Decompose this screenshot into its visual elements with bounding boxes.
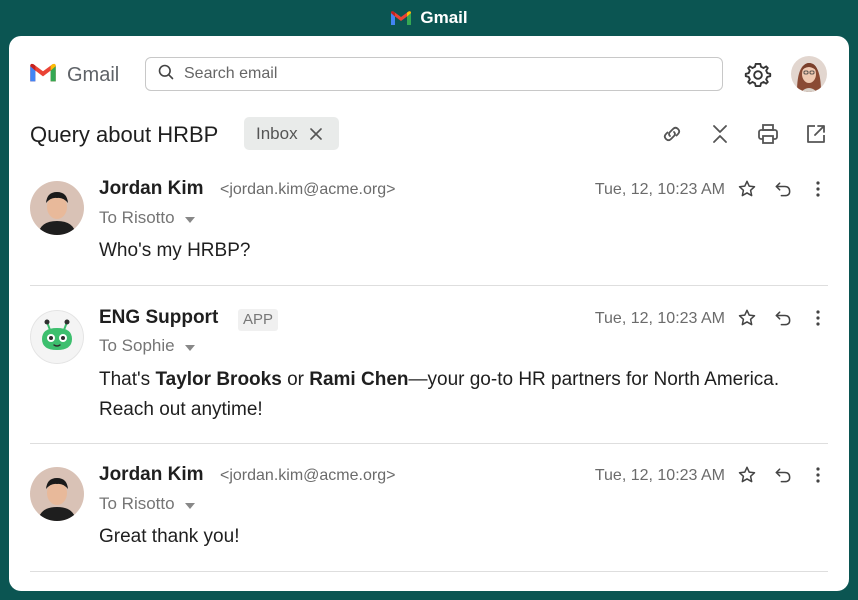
recipient-dropdown[interactable]: To Risotto [99,208,195,228]
label-chip-text: Inbox [256,123,298,143]
gear-icon[interactable] [744,61,772,94]
close-icon[interactable] [309,127,322,140]
print-icon[interactable] [756,122,780,151]
message-time: Tue, 12, 10:23 AM [594,467,725,484]
reply-icon[interactable] [773,465,793,490]
message-time: Tue, 12, 10:23 AM [594,310,725,327]
thread-subject: Query about HRBP [30,122,219,147]
label-chip-inbox[interactable]: Inbox [244,117,339,150]
recipient-label: To Sophie [99,336,175,355]
avatar [30,467,84,521]
app-badge: APP [238,309,279,331]
chevron-down-icon [184,336,195,356]
recipient-dropdown[interactable]: To Risotto [99,494,195,514]
person-name: Taylor Brooks [155,369,282,390]
top-bar: Gmail [9,36,849,116]
divider [30,285,828,286]
more-vertical-icon[interactable] [810,179,826,204]
chevron-down-icon [184,494,195,514]
recipient-dropdown[interactable]: To Sophie [99,336,195,356]
bot-avatar [30,310,84,364]
message-item[interactable]: Jordan Kim <jordan.kim@acme.org> Tue, 12… [9,176,849,286]
link-icon[interactable] [660,122,684,151]
person-name: Rami Chen [309,369,409,390]
search-icon [158,64,174,85]
message-body: That's Taylor Brooks or Rami Chen—your g… [99,365,799,425]
open-external-icon[interactable] [804,122,828,151]
more-vertical-icon[interactable] [810,465,826,490]
message-time: Tue, 12, 10:23 AM [594,181,725,198]
gmail-logo-icon [29,62,57,88]
star-icon[interactable] [737,465,757,490]
message-body: Who's my HRBP? [99,240,251,261]
mail-window: Gmail Search email Query about HRBP Inbo… [9,36,849,591]
star-icon[interactable] [737,179,757,204]
message-item[interactable]: Jordan Kim <jordan.kim@acme.org> Tue, 12… [9,462,849,572]
app-frame: Gmail Gmail Search email Query about HRB… [0,0,858,600]
divider [30,571,828,572]
star-icon[interactable] [737,308,757,333]
body-text: That's [99,369,156,390]
title-bar: Gmail [0,0,858,36]
sender-email: <jordan.kim@acme.org> [220,181,396,198]
recipient-label: To Risotto [99,208,175,227]
more-vertical-icon[interactable] [810,308,826,333]
window-title: Gmail [420,8,468,27]
divider [30,443,828,444]
reply-icon[interactable] [773,308,793,333]
gmail-logo-icon [390,10,412,26]
user-avatar[interactable] [791,56,827,92]
search-bar[interactable] [145,57,723,91]
recipient-label: To Risotto [99,494,175,513]
reply-icon[interactable] [773,179,793,204]
search-input[interactable] [182,64,706,84]
brand[interactable]: Gmail [29,62,119,88]
message-body: Great thank you! [99,526,240,547]
message-item[interactable]: ENG Support APP Tue, 12, 10:23 AM To Sop… [9,305,849,445]
sender-name: Jordan Kim [99,178,204,199]
sender-name: Jordan Kim [99,464,204,485]
brand-label: Gmail [67,63,120,86]
chevron-down-icon [184,208,195,228]
thread-header: Query about HRBP Inbox [9,116,849,156]
body-text: or [281,369,310,390]
sender-name: ENG Support [99,307,219,328]
collapse-icon[interactable] [708,122,732,151]
sender-email: <jordan.kim@acme.org> [220,467,396,484]
avatar [30,181,84,235]
